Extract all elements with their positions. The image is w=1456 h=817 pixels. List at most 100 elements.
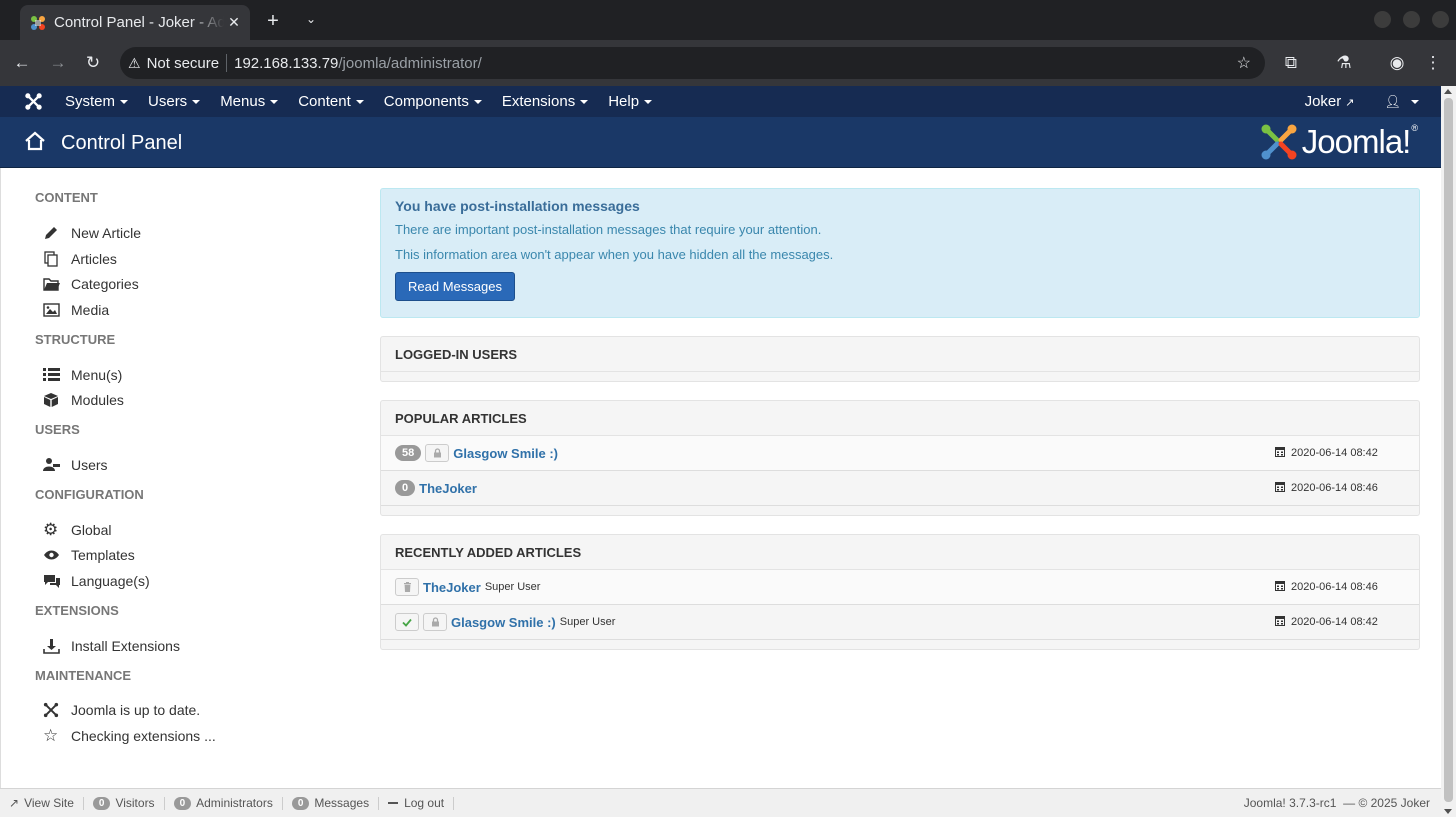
calendar-icon bbox=[1275, 481, 1285, 495]
back-icon[interactable]: ← bbox=[12, 53, 32, 73]
browser-tab[interactable]: Control Panel - Joker - Administration ✕ bbox=[20, 5, 250, 40]
menu-menus[interactable]: Menus bbox=[220, 93, 278, 110]
sidebar-item-joomla-update[interactable]: Joomla is up to date. bbox=[35, 698, 335, 724]
site-link[interactable]: Joker ↗ bbox=[1305, 93, 1355, 110]
minimize-window-button[interactable] bbox=[1374, 11, 1391, 28]
module-title: POPULAR ARTICLES bbox=[381, 401, 1419, 436]
menu-users[interactable]: Users bbox=[148, 93, 200, 110]
sidebar-group-content: CONTENT New Article Articles Categories … bbox=[35, 190, 335, 323]
close-tab-icon[interactable]: ✕ bbox=[224, 14, 244, 31]
sidebar-item-label: Install Extensions bbox=[71, 637, 180, 654]
new-tab-icon[interactable]: + bbox=[262, 10, 284, 33]
browser-menu-icon[interactable]: ⋮ bbox=[1423, 53, 1443, 73]
joomla-admin-page: System Users Menus Content Components Ex… bbox=[0, 86, 1441, 817]
labs-flask-icon[interactable]: ⚗ bbox=[1334, 53, 1354, 73]
close-window-button[interactable] bbox=[1432, 11, 1449, 28]
bookmark-star-icon[interactable]: ☆ bbox=[1237, 53, 1251, 73]
not-secure-warning-icon: ⚠ bbox=[128, 54, 141, 71]
date-text: 2020-06-14 08:42 bbox=[1291, 447, 1378, 459]
profile-icon[interactable]: ◉ bbox=[1387, 53, 1407, 73]
version-text: Joomla! 3.7.3-rc1 bbox=[1243, 796, 1337, 810]
alert-title: You have post-installation messages bbox=[395, 198, 640, 214]
menu-content[interactable]: Content bbox=[298, 93, 364, 110]
menu-system[interactable]: System bbox=[65, 93, 128, 110]
main-content: You have post-installation messages Ther… bbox=[380, 188, 1420, 650]
sidebar-item-users[interactable]: Users bbox=[35, 452, 335, 478]
left-border bbox=[0, 168, 1, 795]
logged-in-users-module: LOGGED-IN USERS bbox=[380, 336, 1420, 382]
sidebar-item-templates[interactable]: Templates bbox=[35, 543, 335, 569]
lock-icon[interactable] bbox=[425, 444, 450, 462]
article-author: Super User bbox=[559, 616, 616, 628]
visitors-status: 0 Visitors bbox=[84, 796, 165, 810]
menu-components[interactable]: Components bbox=[384, 93, 482, 110]
sidebar-item-categories[interactable]: Categories bbox=[35, 271, 335, 297]
article-date: 2020-06-14 08:42 bbox=[1275, 446, 1405, 460]
administrators-status: 0 Administrators bbox=[165, 796, 283, 810]
page-scrollbar[interactable] bbox=[1441, 86, 1456, 817]
sidebar-item-install-extensions[interactable]: Install Extensions bbox=[35, 633, 335, 659]
sidebar-item-menus[interactable]: Menu(s) bbox=[35, 362, 335, 388]
article-link[interactable]: Glasgow Smile :) bbox=[453, 446, 558, 461]
sidebar-group-configuration: CONFIGURATION ⚙ Global Templates Language… bbox=[35, 487, 335, 594]
logout-link[interactable]: Log out bbox=[379, 796, 455, 810]
sidebar-item-media[interactable]: Media bbox=[35, 297, 335, 323]
maximize-window-button[interactable] bbox=[1403, 11, 1420, 28]
forward-icon[interactable]: → bbox=[48, 53, 68, 73]
sidebar-item-label: Categories bbox=[71, 276, 139, 293]
browser-toolbar: ← → ↻ ⚠ Not secure 192.168.133.79/joomla… bbox=[0, 40, 1456, 86]
calendar-icon bbox=[1275, 446, 1285, 460]
sidebar-item-articles[interactable]: Articles bbox=[35, 246, 335, 272]
article-author: Super User bbox=[484, 581, 541, 593]
view-site-label: View Site bbox=[24, 796, 74, 810]
table-row: Glasgow Smile :) Super User 2020-06-14 0… bbox=[381, 605, 1419, 640]
sidebar-item-languages[interactable]: Language(s) bbox=[35, 568, 335, 594]
address-bar[interactable]: ⚠ Not secure 192.168.133.79/joomla/admin… bbox=[120, 47, 1265, 79]
extensions-icon[interactable]: ⧉ bbox=[1281, 53, 1301, 73]
user-menu-button[interactable]: 👤︎ bbox=[1384, 94, 1419, 110]
comments-icon bbox=[35, 574, 71, 589]
article-link[interactable]: Glasgow Smile :) bbox=[451, 615, 556, 630]
messages-status[interactable]: 0 Messages bbox=[283, 796, 380, 810]
scroll-down-arrow-icon[interactable] bbox=[1444, 809, 1452, 814]
lock-icon[interactable] bbox=[423, 613, 447, 631]
menu-extensions[interactable]: Extensions bbox=[502, 93, 588, 110]
sidebar-item-label: Templates bbox=[71, 547, 135, 564]
scrollbar-thumb[interactable] bbox=[1444, 98, 1453, 802]
alert-line-1: There are important post-installation me… bbox=[395, 222, 822, 237]
table-row: TheJoker Super User 2020-06-14 08:46 bbox=[381, 570, 1419, 605]
read-messages-button[interactable]: Read Messages bbox=[395, 272, 515, 301]
tab-search-chevron-icon[interactable]: ⌄ bbox=[306, 12, 316, 26]
sidebar-heading: CONTENT bbox=[35, 190, 98, 205]
joomla-logo-icon[interactable] bbox=[25, 93, 42, 110]
module-title: RECENTLY ADDED ARTICLES bbox=[381, 535, 1419, 570]
status-bar: ↗ View Site 0 Visitors 0 Administrators 0 Me… bbox=[0, 788, 1441, 817]
hits-badge: 58 bbox=[395, 445, 422, 461]
trash-icon[interactable] bbox=[395, 578, 419, 596]
sidebar-item-global[interactable]: ⚙ Global bbox=[35, 517, 335, 543]
sidebar-group-users: USERS Users bbox=[35, 422, 335, 478]
published-check-icon[interactable] bbox=[395, 613, 419, 631]
chevron-down-icon bbox=[1411, 99, 1419, 104]
reload-icon[interactable]: ↻ bbox=[83, 53, 103, 73]
sidebar-item-label: Media bbox=[71, 301, 110, 318]
sidebar-item-new-article[interactable]: New Article bbox=[35, 220, 335, 246]
admin-menu: System Users Menus Content Components Ex… bbox=[65, 86, 672, 117]
sidebar-item-label: New Article bbox=[71, 224, 142, 241]
article-link[interactable]: TheJoker bbox=[423, 580, 481, 595]
sidebar-item-check-extensions[interactable]: ☆ Checking extensions ... bbox=[35, 723, 335, 749]
article-link[interactable]: TheJoker bbox=[419, 481, 477, 496]
sidebar-item-label: Menu(s) bbox=[71, 366, 123, 383]
page-header: Control Panel Joomla!® bbox=[0, 117, 1441, 168]
scroll-up-arrow-icon[interactable] bbox=[1444, 89, 1452, 94]
sidebar-item-modules[interactable]: Modules bbox=[35, 387, 335, 413]
not-secure-label: Not secure bbox=[146, 54, 220, 72]
sidebar-heading: CONFIGURATION bbox=[35, 486, 144, 502]
module-footer bbox=[381, 640, 1419, 649]
menu-help[interactable]: Help bbox=[608, 93, 652, 110]
joomla-brand-logo: Joomla!® bbox=[1260, 123, 1418, 161]
home-icon bbox=[25, 131, 45, 151]
admin-navbar: System Users Menus Content Components Ex… bbox=[0, 86, 1441, 117]
article-date: 2020-06-14 08:46 bbox=[1275, 580, 1405, 594]
view-site-link[interactable]: ↗ View Site bbox=[0, 796, 84, 810]
